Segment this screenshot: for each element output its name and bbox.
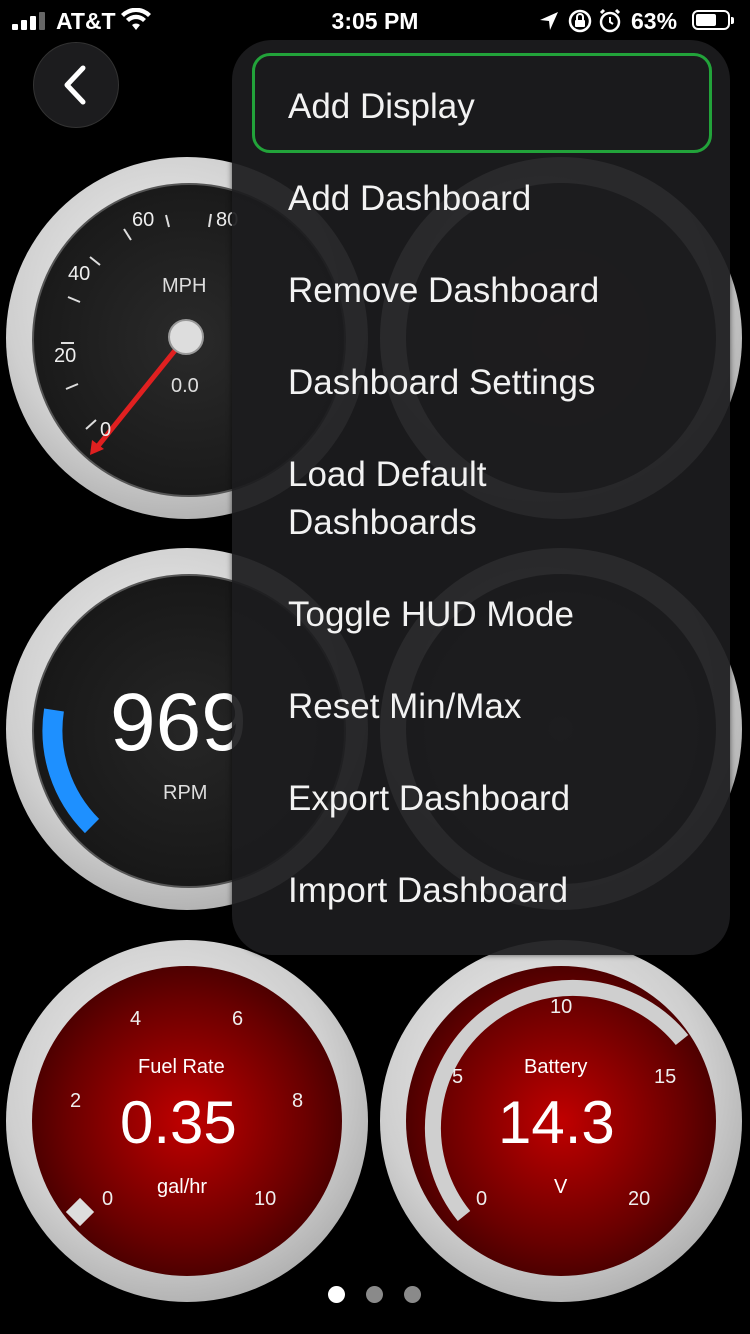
menu-item-load-default-dashboards-line1[interactable]: Load Default bbox=[288, 451, 486, 499]
speed-tick-60: 60 bbox=[132, 209, 155, 231]
options-menu: Add Display Add Dashboard Remove Dashboa… bbox=[232, 40, 730, 955]
page-dot-2[interactable] bbox=[366, 1286, 383, 1303]
battery-tick-5: 5 bbox=[452, 1066, 464, 1088]
fuel-rate-gauge[interactable]: 0 2 4 6 8 10 Fuel Rate 0.35 gal/hr bbox=[6, 940, 368, 1302]
page-dot-1[interactable] bbox=[328, 1286, 345, 1303]
battery-percent: 63% bbox=[631, 8, 678, 34]
battery-icon bbox=[692, 10, 734, 30]
battery-gauge[interactable]: 0 5 10 15 20 Battery 14.3 V bbox=[380, 940, 742, 1302]
battery-value: 14.3 bbox=[498, 1089, 615, 1156]
menu-item-add-dashboard[interactable]: Add Dashboard bbox=[288, 175, 531, 223]
fuel-tick-2: 2 bbox=[70, 1090, 82, 1112]
fuel-rate-title: Fuel Rate bbox=[138, 1056, 225, 1078]
page-dot-3[interactable] bbox=[404, 1286, 421, 1303]
rpm-arc bbox=[42, 708, 100, 834]
fuel-rate-value: 0.35 bbox=[120, 1089, 237, 1156]
battery-tick-15: 15 bbox=[654, 1066, 677, 1088]
rpm-unit: RPM bbox=[163, 782, 208, 804]
menu-item-dashboard-settings[interactable]: Dashboard Settings bbox=[288, 359, 595, 407]
battery-unit: V bbox=[554, 1176, 568, 1198]
fuel-tick-6: 6 bbox=[232, 1008, 244, 1030]
battery-tick-0: 0 bbox=[476, 1188, 488, 1210]
menu-item-import-dashboard[interactable]: Import Dashboard bbox=[288, 867, 568, 915]
battery-tick-20: 20 bbox=[628, 1188, 651, 1210]
fuel-tick-0: 0 bbox=[102, 1188, 114, 1210]
menu-item-remove-dashboard[interactable]: Remove Dashboard bbox=[288, 267, 599, 315]
rpm-value: 969 bbox=[110, 677, 247, 768]
fuel-tick-10: 10 bbox=[254, 1188, 277, 1210]
menu-item-toggle-hud-mode[interactable]: Toggle HUD Mode bbox=[288, 591, 574, 639]
back-button[interactable] bbox=[33, 42, 119, 128]
menu-item-load-default-dashboards-line2[interactable]: Dashboards bbox=[288, 499, 477, 547]
speed-value: 0.0 bbox=[171, 375, 199, 397]
speed-unit: MPH bbox=[162, 275, 207, 297]
speed-tick-0: 0 bbox=[100, 419, 112, 441]
battery-title: Battery bbox=[524, 1056, 588, 1078]
chevron-left-icon bbox=[64, 65, 86, 105]
speed-tick-40: 40 bbox=[68, 263, 91, 285]
fuel-rate-unit: gal/hr bbox=[157, 1176, 208, 1198]
fuel-tick-4: 4 bbox=[130, 1008, 142, 1030]
menu-item-export-dashboard[interactable]: Export Dashboard bbox=[288, 775, 570, 823]
menu-item-reset-min-max[interactable]: Reset Min/Max bbox=[288, 683, 521, 731]
menu-item-add-display[interactable]: Add Display bbox=[288, 83, 475, 131]
location-icon bbox=[540, 8, 621, 33]
speed-tick-20: 20 bbox=[54, 345, 77, 367]
status-bar: AT&T 3:05 PM 63% bbox=[0, 0, 750, 42]
battery-tick-10: 10 bbox=[550, 996, 573, 1018]
fuel-rate-indicator bbox=[65, 1197, 95, 1227]
fuel-tick-8: 8 bbox=[292, 1090, 304, 1112]
